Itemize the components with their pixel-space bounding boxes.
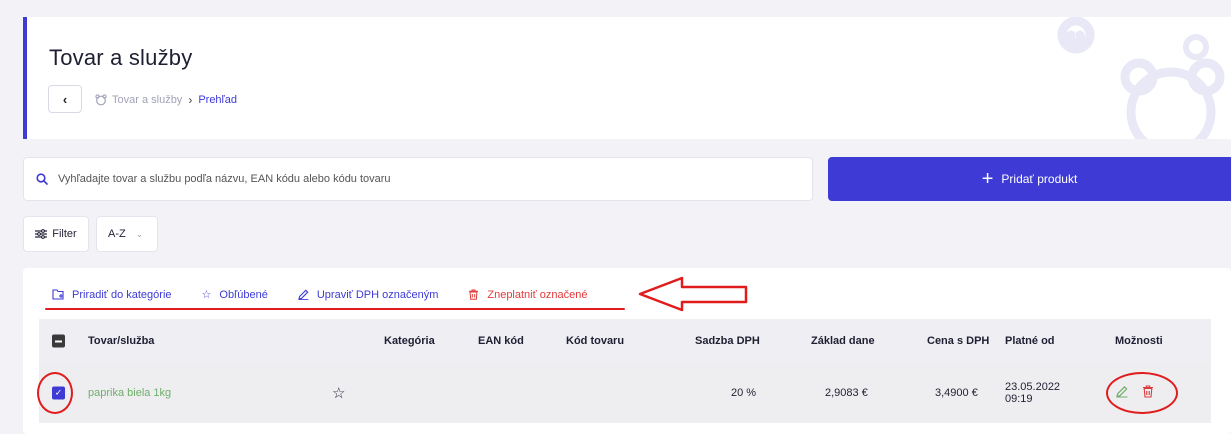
- trash-icon: [469, 289, 479, 300]
- col-vat-rate[interactable]: Sadzba DPH: [695, 335, 760, 347]
- chevron-right-icon: ›: [188, 93, 193, 107]
- search-icon: [36, 173, 48, 185]
- sort-select[interactable]: A-Z ⌄: [96, 216, 158, 252]
- col-code[interactable]: Kód tovaru: [566, 335, 624, 347]
- filter-button[interactable]: Filter: [23, 216, 89, 252]
- favorites-label: Obľúbené: [219, 288, 268, 301]
- valid-from: 23.05.2022 09:19: [1005, 381, 1060, 405]
- bear-decoration-icon: [1057, 17, 1225, 139]
- star-icon: ☆: [201, 289, 212, 301]
- breadcrumb-home-label: Tovar a služby: [112, 94, 183, 106]
- chevron-down-icon: ⌄: [135, 228, 144, 239]
- edit-vat-label: Upraviť DPH označeným: [316, 288, 439, 301]
- annotation-arrow-icon: [638, 276, 748, 312]
- invalidate-action[interactable]: Zneplatniť označené: [468, 288, 588, 301]
- bear-icon: [95, 94, 107, 106]
- folder-add-icon: [52, 289, 64, 300]
- valid-from-time: 09:19: [1005, 393, 1033, 405]
- sliders-icon: [35, 229, 48, 239]
- col-options: Možnosti: [1115, 335, 1163, 347]
- filter-label: Filter: [52, 228, 77, 240]
- plus-icon: +: [981, 168, 994, 190]
- annotation-underline: [45, 308, 625, 310]
- edit-vat-action[interactable]: Upraviť DPH označeným: [298, 288, 439, 301]
- annotation-circle-options: [1106, 372, 1178, 414]
- breadcrumb: Tovar a služby › Prehľad: [95, 93, 237, 107]
- assign-category-action[interactable]: Priradiť do kategórie: [52, 289, 172, 301]
- col-valid-from[interactable]: Platné od: [1005, 335, 1055, 347]
- page-header: Tovar a služby ‹ Tovar a služby › Prehľa…: [23, 17, 1231, 139]
- vat-rate: 20 %: [731, 387, 757, 399]
- table-row[interactable]: ✓ paprika biela 1kg ☆ 20 % 2,9083 € 3,49…: [39, 363, 1211, 423]
- select-all-checkbox[interactable]: [52, 334, 65, 348]
- back-button[interactable]: ‹: [48, 85, 82, 113]
- favorites-action[interactable]: ☆ Obľúbené: [201, 288, 268, 302]
- breadcrumb-current: Prehľad: [198, 94, 237, 106]
- base-price: 2,9083 €: [825, 387, 868, 399]
- table-header: Tovar/služba Kategória EAN kód Kód tovar…: [39, 319, 1211, 363]
- page-title: Tovar a služby: [49, 45, 193, 70]
- breadcrumb-home[interactable]: Tovar a služby: [95, 94, 182, 106]
- add-product-button[interactable]: + Pridať produkt: [828, 157, 1231, 201]
- star-icon[interactable]: ☆: [332, 384, 345, 402]
- search-bar[interactable]: [23, 157, 813, 201]
- annotation-circle-checkbox: [37, 372, 73, 414]
- col-category[interactable]: Kategória: [384, 335, 435, 347]
- search-input[interactable]: [58, 173, 758, 185]
- col-product[interactable]: Tovar/služba: [88, 335, 154, 347]
- sort-value: A-Z: [108, 228, 126, 240]
- col-ean[interactable]: EAN kód: [478, 335, 524, 347]
- price-with-vat: 3,4900 €: [935, 387, 978, 399]
- assign-category-label: Priradiť do kategórie: [72, 288, 172, 301]
- invalidate-label: Zneplatniť označené: [487, 288, 588, 301]
- add-product-label: Pridať produkt: [1001, 172, 1078, 186]
- product-name[interactable]: paprika biela 1kg: [88, 387, 171, 399]
- products-table-card: Priradiť do kategórie ☆ Obľúbené Upraviť…: [23, 268, 1231, 434]
- col-base[interactable]: Základ dane: [811, 335, 875, 347]
- col-price-vat[interactable]: Cena s DPH: [927, 335, 989, 347]
- pencil-icon: [298, 289, 309, 300]
- valid-from-date: 23.05.2022: [1005, 380, 1061, 393]
- bulk-actions: Priradiť do kategórie ☆ Obľúbené Upraviť…: [52, 288, 618, 301]
